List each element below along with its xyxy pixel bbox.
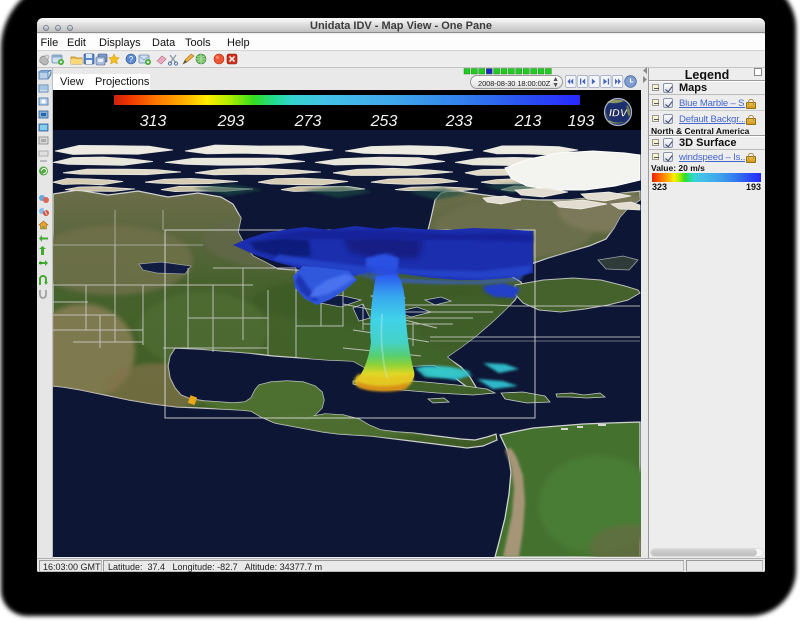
svg-text:IDV: IDV [609, 108, 629, 120]
svg-text:193: 193 [568, 113, 595, 130]
svg-text:313: 313 [140, 113, 167, 130]
svg-text:213: 213 [514, 113, 542, 130]
svg-text:293: 293 [217, 113, 245, 130]
svg-text:?: ? [129, 55, 134, 64]
svg-text:233: 233 [445, 113, 473, 130]
svg-text:253: 253 [370, 113, 398, 130]
svg-text:273: 273 [294, 113, 322, 130]
